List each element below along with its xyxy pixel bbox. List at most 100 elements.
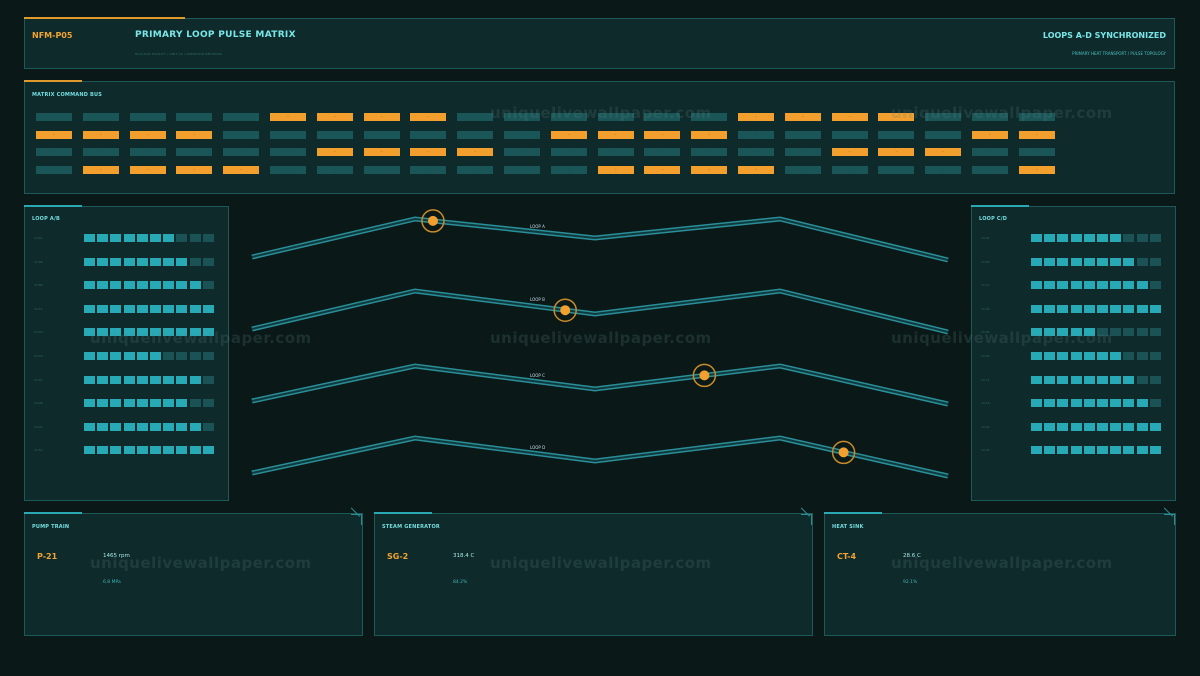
matrix-cell[interactable]: — [270,130,306,139]
matrix-cell[interactable]: — [363,148,400,156]
matrix-cell[interactable]: — [176,165,213,174]
matrix-cell[interactable]: — [972,113,1008,121]
level-block [1123,399,1135,408]
matrix-cell[interactable]: — [129,148,166,156]
matrix-cell[interactable]: — [878,165,915,174]
level-block [202,281,214,290]
matrix-cell[interactable]: — [784,148,821,156]
matrix-cell[interactable]: — [176,113,213,121]
matrix-cell[interactable]: — [784,130,821,139]
matrix-cell[interactable]: — [925,165,962,174]
matrix-cell[interactable]: — [738,113,774,121]
matrix-cell[interactable]: — [363,113,400,121]
matrix-cell[interactable]: — [82,130,119,139]
matrix-cell[interactable]: — [82,148,119,156]
matrix-cell[interactable]: — [878,148,915,156]
matrix-cell[interactable]: — [457,130,494,139]
pump-accent [24,512,82,514]
matrix-cell[interactable]: — [270,148,306,156]
matrix-cell[interactable]: — [316,130,353,139]
matrix-cell[interactable]: — [36,130,72,139]
level-block [163,422,175,431]
pulse-marker[interactable] [560,305,571,316]
heat-accent [824,512,882,514]
matrix-cell[interactable]: — [223,165,260,174]
matrix-cell[interactable]: — [644,130,681,139]
matrix-cell[interactable]: — [597,165,634,174]
matrix-cell[interactable]: — [129,130,166,139]
matrix-cell[interactable]: — [691,113,728,121]
matrix-cell[interactable]: — [691,148,728,156]
matrix-cell[interactable]: — [597,113,634,121]
pulse-marker[interactable] [838,447,849,458]
matrix-cell[interactable]: — [36,148,72,156]
matrix-cell[interactable]: — [410,165,447,174]
matrix-cell[interactable]: — [550,130,587,139]
matrix-cell[interactable]: — [176,148,213,156]
matrix-cell[interactable]: — [129,165,166,174]
matrix-cell[interactable]: — [972,165,1008,174]
matrix-cell[interactable]: — [831,165,868,174]
matrix-cell[interactable]: — [1018,165,1055,174]
matrix-cell[interactable]: — [1018,113,1055,121]
matrix-cell[interactable]: — [176,130,213,139]
matrix-cell[interactable]: — [925,148,962,156]
matrix-cell[interactable]: — [457,165,494,174]
matrix-cell[interactable]: — [223,148,260,156]
matrix-cell[interactable]: — [925,113,962,121]
matrix-cell[interactable]: — [316,148,353,156]
matrix-cell[interactable]: — [82,113,119,121]
matrix-cell[interactable]: — [597,148,634,156]
matrix-cell[interactable]: — [878,130,915,139]
matrix-cell[interactable]: — [644,148,681,156]
row-label: 10.62 [34,236,43,240]
matrix-cell[interactable]: — [270,165,306,174]
matrix-cell[interactable]: — [738,130,774,139]
matrix-cell[interactable]: — [784,165,821,174]
matrix-cell[interactable]: — [36,113,72,121]
matrix-cell[interactable]: — [972,148,1008,156]
pulse-marker[interactable] [699,370,710,381]
matrix-cell[interactable]: — [457,113,494,121]
matrix-cell[interactable]: — [691,130,728,139]
matrix-cell[interactable]: — [363,165,400,174]
matrix-cell[interactable]: — [831,113,868,121]
matrix-cell[interactable]: — [550,165,587,174]
matrix-cell[interactable]: — [831,148,868,156]
matrix-cell[interactable]: — [550,148,587,156]
matrix-cell[interactable]: — [129,113,166,121]
matrix-cell[interactable]: — [878,113,915,121]
matrix-cell[interactable]: — [738,165,774,174]
matrix-cell[interactable]: — [270,113,306,121]
matrix-cell[interactable]: — [363,130,400,139]
matrix-cell[interactable]: — [831,130,868,139]
matrix-cell[interactable]: — [972,130,1008,139]
matrix-cell[interactable]: — [597,130,634,139]
matrix-cell[interactable]: — [504,113,540,121]
matrix-cell[interactable]: — [691,165,728,174]
matrix-cell[interactable]: — [410,113,447,121]
matrix-cell[interactable]: — [316,113,353,121]
matrix-cell[interactable]: — [316,165,353,174]
matrix-cell[interactable]: — [1018,148,1055,156]
matrix-cell[interactable]: — [410,148,447,156]
matrix-cell[interactable]: — [644,113,681,121]
matrix-cell[interactable]: — [550,113,587,121]
matrix-cell[interactable]: — [644,165,681,174]
matrix-cell[interactable]: — [504,148,540,156]
matrix-cell[interactable]: — [784,113,821,121]
matrix-cell[interactable]: — [410,130,447,139]
matrix-cell[interactable]: — [457,148,494,156]
matrix-cell[interactable]: — [223,113,260,121]
matrix-cell[interactable]: — [504,130,540,139]
matrix-cell[interactable]: — [223,130,260,139]
pulse-marker[interactable] [427,215,438,226]
level-block [1057,352,1069,360]
matrix-cell[interactable]: — [925,130,962,139]
matrix-cell[interactable]: — [82,165,119,174]
matrix-cell[interactable]: — [1018,130,1055,139]
level-block [1110,352,1122,360]
matrix-cell[interactable]: — [36,165,72,174]
matrix-cell[interactable]: — [504,165,540,174]
matrix-cell[interactable]: — [738,148,774,156]
